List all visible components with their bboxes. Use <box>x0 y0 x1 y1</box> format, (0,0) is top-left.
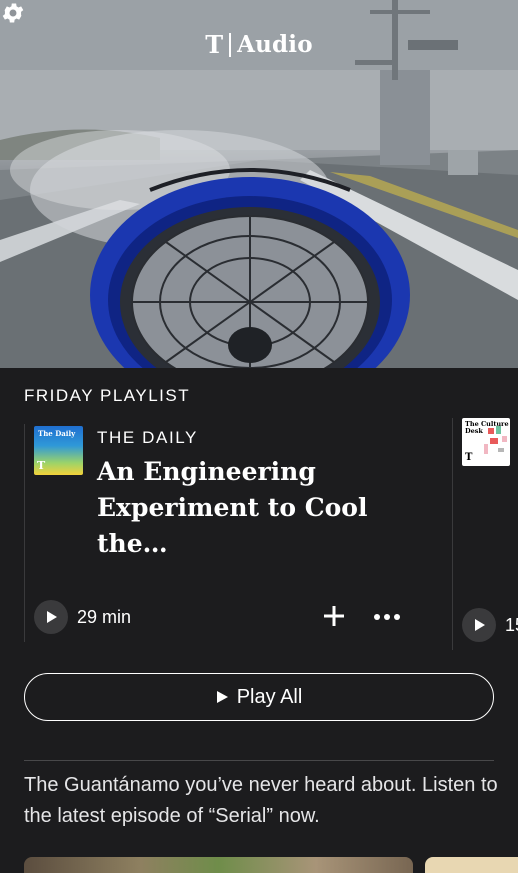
play-icon <box>216 691 228 703</box>
promo-thumbnail[interactable] <box>24 857 413 873</box>
play-all-button[interactable]: Play All <box>24 673 494 721</box>
logo-divider <box>229 32 232 57</box>
more-dots-icon[interactable] <box>372 607 402 627</box>
play-icon <box>475 619 485 631</box>
app-logo: T Audio <box>0 30 518 59</box>
podcast-artwork: The Daily T <box>34 426 83 475</box>
nyt-logo-mark: T <box>205 30 224 59</box>
section-title: FRIDAY PLAYLIST <box>24 386 191 405</box>
card-divider <box>24 424 25 642</box>
app-name: Audio <box>237 31 313 58</box>
play-episode-button[interactable] <box>34 600 68 634</box>
podcast-artwork: The Culture Desk T <box>462 418 510 466</box>
episode-duration: 15 <box>505 615 518 635</box>
artwork-logo-mark: T <box>465 452 473 463</box>
section-divider <box>24 760 494 761</box>
artwork-logo-mark: T <box>37 459 46 472</box>
card-divider <box>452 418 453 650</box>
artwork-label: The Daily <box>38 429 76 438</box>
play-episode-button[interactable] <box>462 608 496 642</box>
plus-icon[interactable] <box>320 602 348 630</box>
play-all-label: Play All <box>236 685 303 708</box>
show-name: THE DAILY <box>97 428 198 447</box>
gear-icon[interactable] <box>0 0 26 26</box>
play-icon <box>47 611 57 623</box>
promo-text[interactable]: The Guantánamo you’ve never heard about.… <box>24 770 504 832</box>
promo-thumbnail[interactable] <box>425 857 518 873</box>
episode-duration: 29 min <box>77 607 132 627</box>
hero-image: T Audio <box>0 0 518 368</box>
playlist-card[interactable]: The Daily T THE DAILY An Engineering Exp… <box>34 424 444 644</box>
playlist-card[interactable]: The Culture Desk T 15 <box>462 418 518 650</box>
episode-title[interactable]: An Engineering Experiment to Cool the… <box>97 454 427 562</box>
